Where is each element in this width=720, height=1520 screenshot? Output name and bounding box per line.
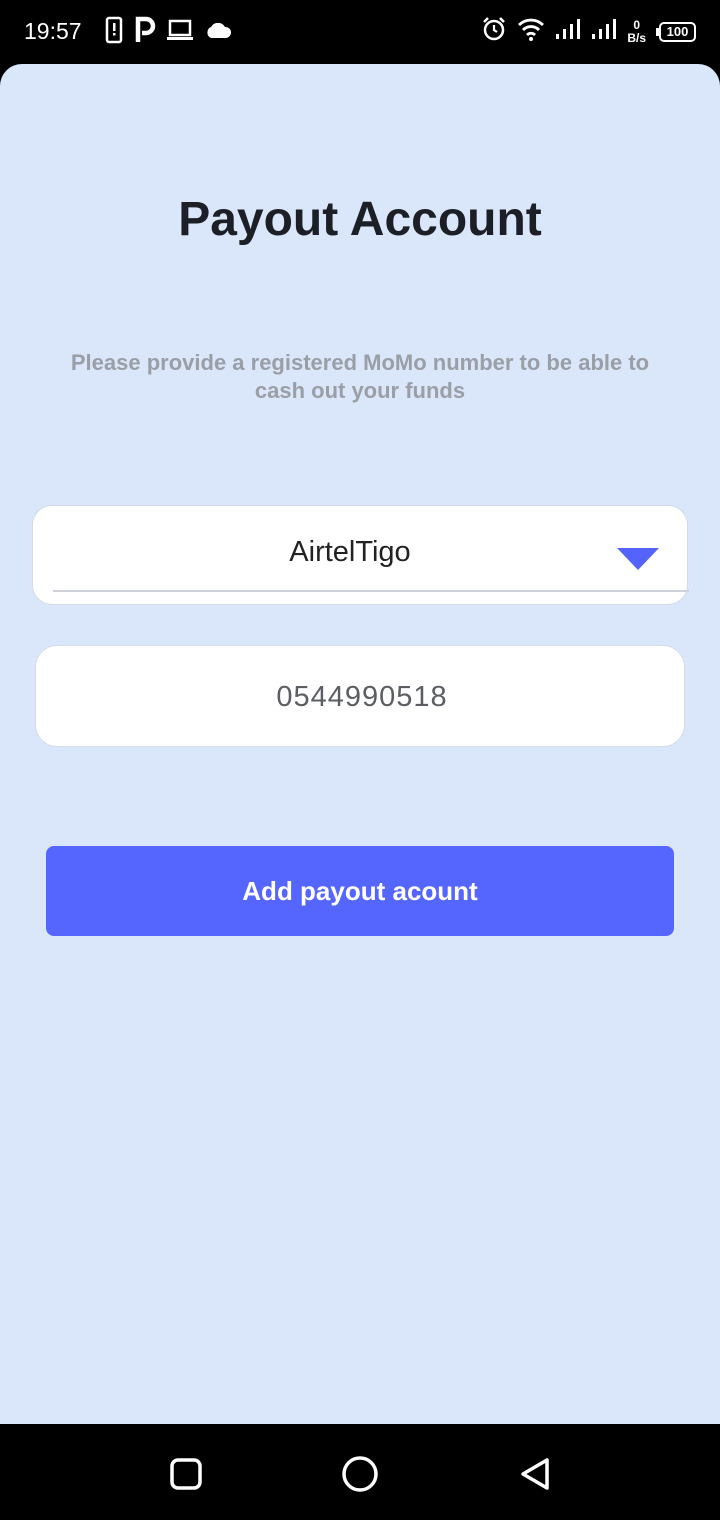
navigation-bar	[0, 1424, 720, 1520]
phone-number-input[interactable]	[36, 646, 688, 748]
status-bar: 19:57 0 B/s 100	[0, 0, 720, 64]
page-title: Payout Account	[178, 193, 542, 246]
recents-square-icon[interactable]	[164, 1452, 208, 1496]
alarm-icon	[481, 16, 507, 47]
wifi-icon	[517, 17, 545, 46]
status-time: 19:57	[24, 18, 82, 44]
add-payout-account-button[interactable]: Add payout acount	[46, 846, 674, 936]
battery-icon: 100	[656, 21, 696, 42]
network-speed-value: 0	[633, 17, 640, 32]
app-screen: Payout Account Please provide a register…	[0, 64, 720, 1424]
system-icons: 0 B/s 100	[481, 16, 696, 47]
select-underline	[53, 590, 689, 592]
network-speed-unit: B/s	[627, 30, 646, 45]
home-circle-icon[interactable]	[338, 1452, 382, 1496]
back-triangle-icon[interactable]	[512, 1452, 556, 1496]
battery-level: 100	[666, 23, 689, 39]
cloud-icon	[204, 20, 232, 45]
page-subtitle: Please provide a registered MoMo number …	[70, 350, 650, 403]
network-select-value: AirtelTigo	[289, 536, 411, 568]
phone-alert-icon	[104, 16, 124, 49]
laptop-icon	[166, 18, 194, 47]
phone-number-card	[35, 645, 688, 748]
signal-icon	[555, 17, 581, 46]
parking-icon	[134, 16, 156, 49]
network-select[interactable]: AirtelTigo	[32, 505, 689, 605]
signal-icon	[591, 17, 617, 46]
network-speed: 0 B/s	[627, 17, 646, 45]
notification-icons	[104, 16, 232, 49]
dropdown-arrow-icon[interactable]	[617, 548, 659, 570]
